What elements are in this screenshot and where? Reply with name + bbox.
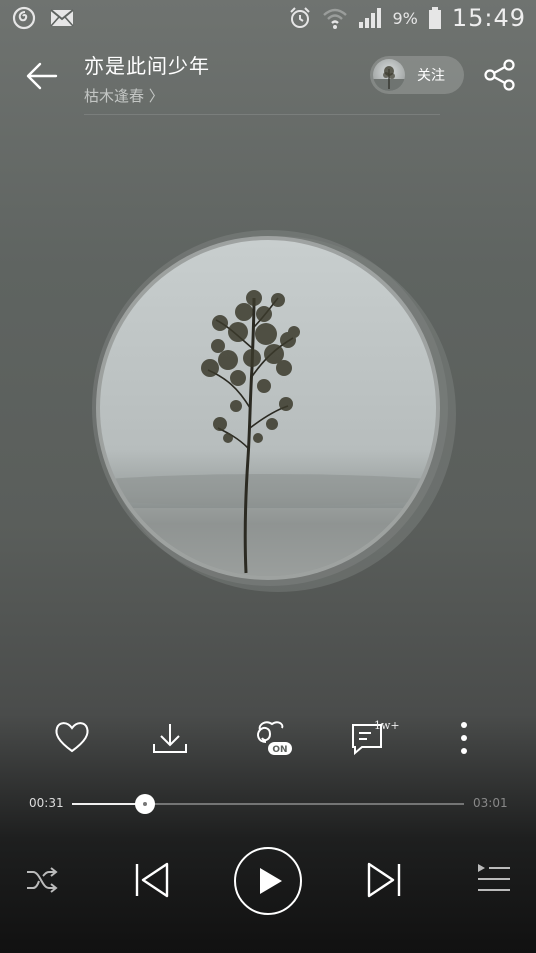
more-options-icon[interactable] xyxy=(444,716,484,760)
previous-track-icon[interactable] xyxy=(133,860,171,900)
battery-percent: 9% xyxy=(392,8,418,28)
header-divider xyxy=(84,114,440,115)
svg-text:ON: ON xyxy=(272,745,287,755)
action-bar: ON xyxy=(0,716,536,766)
seek-track-fill xyxy=(72,803,145,805)
follow-button[interactable]: 关注 xyxy=(370,56,464,94)
download-icon[interactable] xyxy=(150,716,190,760)
progress-bar: 00:31 03:01 xyxy=(0,790,536,820)
comment-count-badge: 1w+ xyxy=(374,719,400,732)
total-time: 03:01 xyxy=(473,796,508,810)
clock: 15:49 xyxy=(451,4,526,32)
play-button[interactable] xyxy=(232,845,304,917)
mail-icon xyxy=(50,9,74,27)
sound-effect-on-icon[interactable]: ON xyxy=(248,716,296,760)
wifi-icon xyxy=(323,8,348,29)
current-time: 00:31 xyxy=(29,796,64,810)
heart-icon[interactable] xyxy=(52,716,92,760)
alarm-icon xyxy=(290,7,311,28)
seek-track[interactable] xyxy=(72,794,464,814)
playback-controls xyxy=(0,840,536,920)
song-title: 亦是此间少年 xyxy=(84,54,210,78)
netease-music-icon xyxy=(12,6,36,30)
artist-link[interactable]: 枯木逢春 〉 xyxy=(84,85,210,106)
share-icon[interactable] xyxy=(483,58,517,92)
battery-icon xyxy=(428,7,441,29)
follow-label: 关注 xyxy=(417,68,445,84)
player-header: 亦是此间少年 枯木逢春 〉 关注 xyxy=(0,42,536,112)
album-cover-disc xyxy=(92,230,456,592)
shuffle-icon[interactable] xyxy=(24,864,60,896)
status-bar: 9% 15:49 xyxy=(0,0,536,40)
playlist-icon[interactable] xyxy=(476,862,512,896)
song-info: 亦是此间少年 枯木逢春 〉 xyxy=(84,50,210,106)
signal-icon xyxy=(359,8,382,28)
next-track-icon[interactable] xyxy=(365,860,403,900)
back-arrow-icon[interactable] xyxy=(22,56,62,96)
artist-avatar xyxy=(373,59,405,91)
seek-thumb[interactable] xyxy=(134,794,155,814)
